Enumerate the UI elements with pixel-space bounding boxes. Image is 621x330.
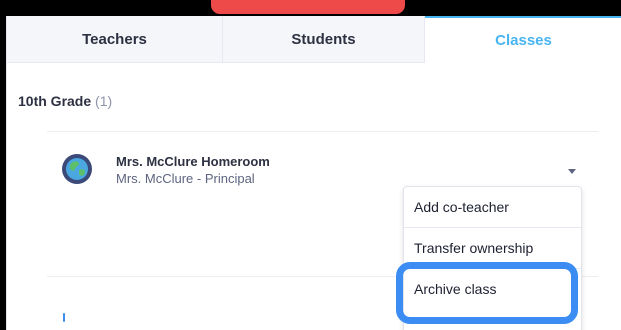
chevron-down-icon[interactable] [565, 166, 579, 176]
screen: Teachers Students Classes 10th Grade (1)… [0, 0, 621, 330]
tab-teachers[interactable]: Teachers [7, 16, 223, 63]
roster-panel: Teachers Students Classes 10th Grade (1)… [6, 16, 621, 330]
globe-icon [62, 154, 92, 184]
tab-bar: Teachers Students Classes [7, 16, 621, 63]
class-owner: Mrs. McClure - Principal [116, 171, 255, 186]
menu-item-archive-class[interactable]: Archive class [404, 269, 581, 309]
menu-item-add-co-teacher[interactable]: Add co-teacher [404, 187, 581, 227]
menu-item-transfer-ownership[interactable]: Transfer ownership [404, 228, 581, 268]
group-heading: 10th Grade (1) [18, 93, 112, 109]
top-marker [211, 0, 405, 14]
group-title: 10th Grade [18, 93, 92, 109]
class-actions-menu: Add co-teacher Transfer ownership Archiv… [403, 186, 582, 330]
divider [47, 131, 598, 132]
tab-students[interactable]: Students [223, 16, 425, 63]
tab-classes[interactable]: Classes [425, 16, 621, 63]
next-item-avatar-edge [63, 313, 65, 322]
group-count: (1) [95, 93, 113, 109]
class-name[interactable]: Mrs. McClure Homeroom [116, 154, 270, 169]
